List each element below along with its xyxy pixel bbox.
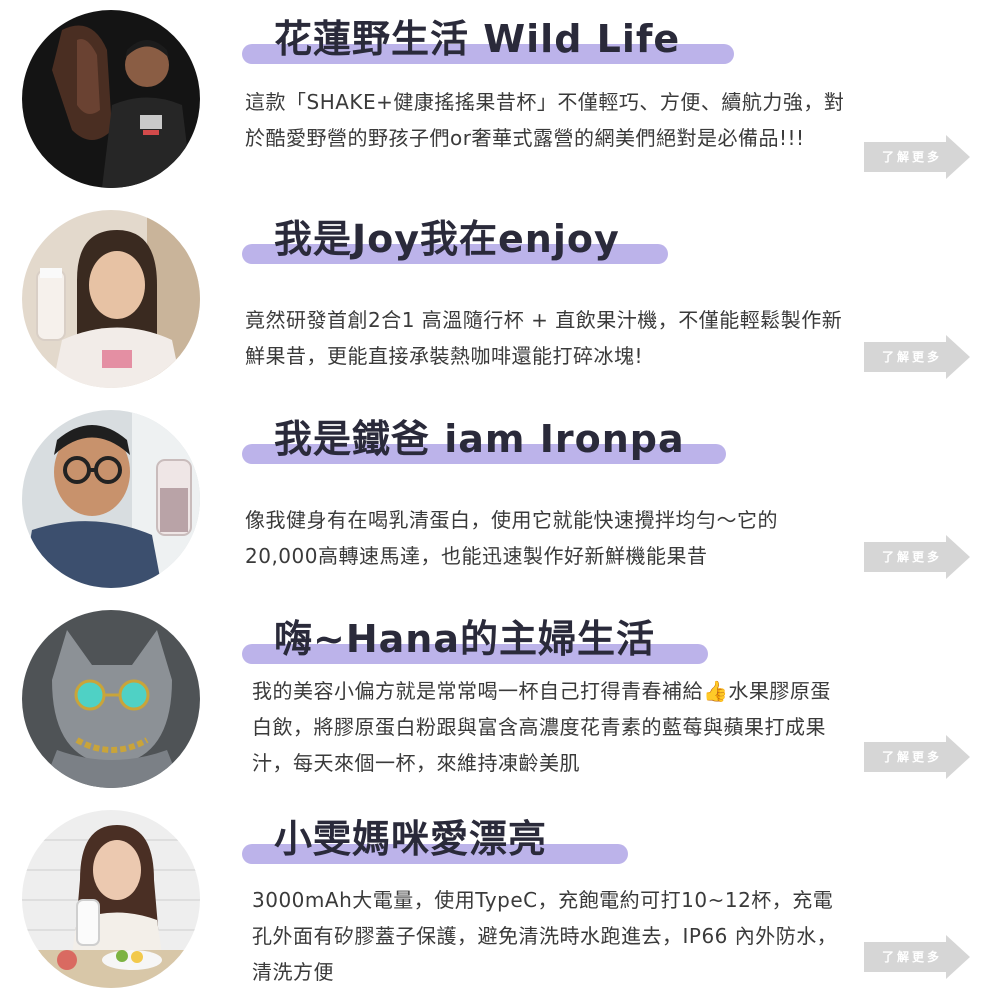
card-title: 我是Joy我在enjoy [274,217,620,261]
avatar-image [22,810,200,988]
avatar-image [22,610,200,788]
avatar-image [22,410,200,588]
card-description: 竟然研發首創2合1 高溫隨行杯 + 直飲果汁機，不僅能輕鬆製作新鮮果昔，更能直接… [245,308,843,368]
card-description: 3000mAh大電量，使用TypeC，充飽電約可打10~12杯，充電孔外面有矽膠… [252,888,838,984]
learn-more-label: 了解更多 [881,750,942,764]
learn-more-label: 了解更多 [881,350,942,364]
learn-more-button[interactable]: 了解更多 [864,935,972,979]
learn-more-button[interactable]: 了解更多 [864,335,972,379]
card-title: 花蓮野生活 Wild Life [274,17,681,61]
woman-holding-bottle-photo [22,210,200,388]
avatar-image [22,10,200,188]
testimonial-card-joy: 我是Joy我在enjoy 竟然研發首創2合1 高溫隨行杯 + 直飲果汁機，不僅能… [0,200,1000,400]
learn-more-label: 了解更多 [881,950,942,964]
title-wrap: 我是Joy我在enjoy [242,208,668,270]
learn-more-label: 了解更多 [881,150,942,164]
testimonial-card-ironpa: 我是鐵爸 iam Ironpa 像我健身有在喝乳清蛋白，使用它就能快速攪拌均勻～… [0,400,1000,600]
woman-at-table-photo [22,810,200,988]
man-with-glasses-photo [22,410,200,588]
learn-more-button[interactable]: 了解更多 [864,535,972,579]
learn-more-button[interactable]: 了解更多 [864,135,972,179]
testimonials-page: 花蓮野生活 Wild Life 這款「SHAKE+健康搖搖果昔杯」不僅輕巧、方便… [0,0,1000,1000]
card-description: 像我健身有在喝乳清蛋白，使用它就能快速攪拌均勻～它的20,000高轉速馬達，也能… [245,508,778,568]
testimonial-card-xiaowen: 小雯媽咪愛漂亮 3000mAh大電量，使用TypeC，充飽電約可打10~12杯，… [0,800,1000,1000]
learn-more-label: 了解更多 [881,550,942,564]
card-description: 這款「SHAKE+健康搖搖果昔杯」不僅輕巧、方便、續航力強，對於酷愛野營的野孩子… [245,90,845,150]
card-title: 我是鐵爸 iam Ironpa [274,417,685,461]
title-wrap: 花蓮野生活 Wild Life [242,8,734,70]
man-with-horse-photo [22,10,200,188]
card-title: 小雯媽咪愛漂亮 [274,817,548,861]
testimonial-card-hana: 嗨~Hana的主婦生活 我的美容小偏方就是常常喝一杯自己打得青春補給👍水果膠原蛋… [0,600,1000,800]
cat-with-sunglasses-photo [22,610,200,788]
title-wrap: 嗨~Hana的主婦生活 [242,608,708,670]
avatar-image [22,210,200,388]
title-wrap: 我是鐵爸 iam Ironpa [242,408,726,470]
learn-more-button[interactable]: 了解更多 [864,735,972,779]
card-title: 嗨~Hana的主婦生活 [274,617,655,661]
card-description: 我的美容小偏方就是常常喝一杯自己打得青春補給👍水果膠原蛋白飲，將膠原蛋白粉跟與富… [252,679,831,775]
testimonial-card-wild-life: 花蓮野生活 Wild Life 這款「SHAKE+健康搖搖果昔杯」不僅輕巧、方便… [0,0,1000,200]
title-wrap: 小雯媽咪愛漂亮 [242,808,628,870]
